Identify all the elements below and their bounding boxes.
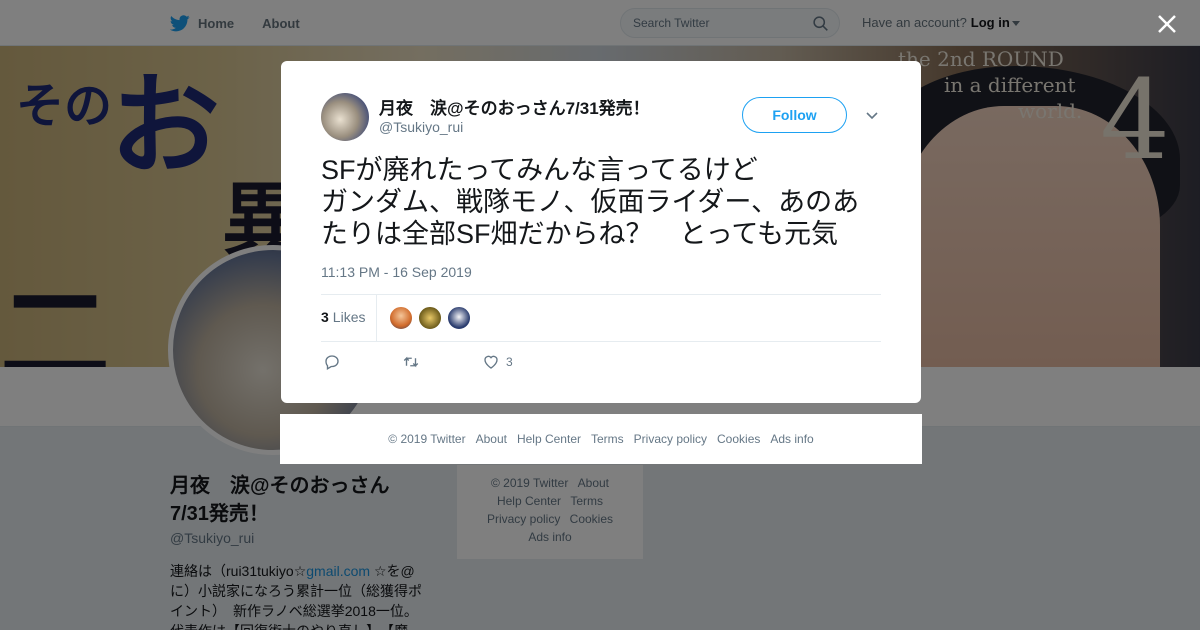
stats-divider	[376, 295, 377, 341]
likes-count: 3	[321, 309, 329, 325]
tweet-text-line: ガンダム、戦隊モノ、仮面ライダー、あのあたりは全部SF畑だからね？ とっても元気	[321, 187, 860, 249]
close-icon[interactable]	[1155, 12, 1179, 36]
footer-help-link[interactable]: Help Center	[517, 432, 581, 446]
author-avatar[interactable]	[321, 93, 369, 141]
follow-button[interactable]: Follow	[742, 97, 847, 133]
author-name[interactable]: 月夜 涙@そのおっさん7/31発売！	[379, 94, 650, 119]
tweet-modal: 月夜 涙@そのおっさん7/31発売！ @Tsukiyo_rui Follow S…	[281, 61, 921, 403]
tweet-text: SFが廃れたってみんな言ってるけど ガンダム、戦隊モノ、仮面ライダー、あのあたりは…	[321, 154, 886, 250]
reply-button[interactable]	[323, 353, 341, 371]
footer-privacy-link[interactable]: Privacy policy	[634, 432, 707, 446]
like-count: 3	[506, 355, 513, 369]
retweet-icon	[403, 356, 419, 368]
heart-icon	[484, 355, 498, 369]
retweet-button[interactable]	[402, 353, 420, 371]
chevron-down-icon[interactable]	[865, 109, 879, 123]
footer-about-link[interactable]: About	[476, 432, 507, 446]
tweet-stats: 3 Likes	[321, 294, 881, 342]
like-button[interactable]: 3	[482, 353, 513, 371]
modal-footer: © 2019 Twitter About Help Center Terms P…	[280, 414, 922, 464]
author-handle[interactable]: @Tsukiyo_rui	[379, 119, 463, 135]
tweet-timestamp[interactable]: 11:13 PM - 16 Sep 2019	[321, 264, 472, 280]
likes-label: Likes	[332, 309, 366, 325]
footer-copyright: © 2019 Twitter	[388, 432, 466, 446]
likes-stat[interactable]: 3 Likes	[321, 309, 365, 325]
reply-icon	[325, 355, 339, 370]
footer-terms-link[interactable]: Terms	[591, 432, 624, 446]
footer-ads-link[interactable]: Ads info	[770, 432, 813, 446]
liker-avatar[interactable]	[418, 306, 442, 330]
footer-cookies-link[interactable]: Cookies	[717, 432, 760, 446]
liker-avatar[interactable]	[447, 306, 471, 330]
tweet-text-line: SFが廃れたってみんな言ってるけど	[321, 155, 758, 185]
liker-avatar[interactable]	[389, 306, 413, 330]
